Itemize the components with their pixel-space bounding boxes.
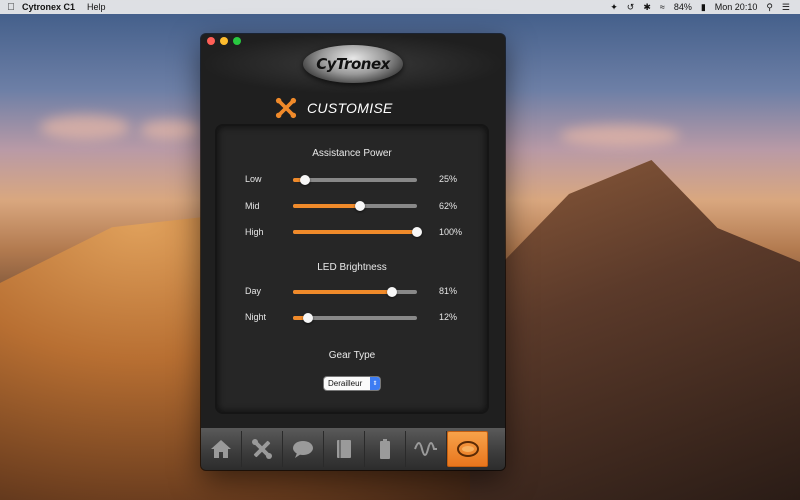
home-icon (211, 440, 231, 458)
led-brightness-title: LED Brightness (317, 262, 387, 273)
assistance-high-slider[interactable] (293, 227, 422, 237)
desktop-cloud (140, 120, 200, 140)
assistance-low-slider[interactable] (293, 175, 417, 185)
slider-fill (293, 290, 393, 294)
search-icon[interactable]: ⚲ (766, 2, 773, 13)
led-night-slider[interactable] (293, 313, 417, 323)
slider-thumb[interactable] (302, 313, 313, 323)
bottom-toolbar (201, 428, 505, 470)
close-button[interactable] (207, 37, 215, 45)
gear-type-select[interactable]: Derailleur ⇕ (324, 377, 380, 390)
apple-icon[interactable]:  (0, 2, 22, 13)
tools-icon (252, 439, 272, 459)
section-header: CUSTOMISE (275, 97, 393, 119)
zoom-button[interactable] (233, 37, 241, 45)
settings-panel: Assistance Power Low 25% Mid 62% High 10… (215, 124, 489, 414)
home-button[interactable] (201, 431, 242, 467)
customise-button[interactable] (242, 431, 283, 467)
chevron-updown-icon: ⇕ (370, 377, 380, 390)
battery-button[interactable] (365, 431, 406, 467)
battery-icon (380, 439, 390, 459)
led-day-label: Day (245, 286, 262, 296)
led-night-value: 12% (439, 312, 458, 322)
assistance-high-value: 100% (439, 227, 463, 237)
messages-button[interactable] (283, 431, 324, 467)
cytronex-logo-icon (456, 441, 479, 457)
wifi-icon[interactable]: ≈ (660, 2, 665, 12)
speech-bubble-icon (293, 441, 313, 458)
page-title: CUSTOMISE (307, 100, 393, 116)
assistance-mid-label: Mid (245, 201, 260, 211)
gear-type-title: Gear Type (328, 350, 376, 361)
desktop-cloud (560, 125, 680, 147)
led-night-label: Night (245, 312, 267, 322)
slider-fill (293, 204, 360, 208)
slider-thumb[interactable] (412, 227, 422, 237)
gear-type-value: Derailleur (328, 379, 363, 388)
slider-fill (293, 230, 417, 234)
tools-icon (275, 97, 297, 119)
assistance-mid-value: 62% (439, 201, 458, 211)
book-icon (337, 440, 351, 458)
diagnostics-button[interactable] (406, 431, 447, 467)
assistance-low-label: Low (245, 174, 262, 184)
manual-button[interactable] (324, 431, 365, 467)
logo-text: CyTronex (316, 55, 390, 73)
minimize-button[interactable] (220, 37, 228, 45)
bluetooth-icon[interactable]: ✱ (643, 2, 651, 13)
clock[interactable]: Mon 20:10 (715, 2, 758, 12)
desktop-dune (470, 160, 800, 500)
slider-thumb[interactable] (300, 175, 311, 185)
menu-app-name[interactable]: Cytronex C1 (22, 2, 75, 12)
desktop-cloud (40, 115, 130, 140)
control-center-icon[interactable]: ☰ (782, 2, 790, 13)
led-day-value: 81% (439, 286, 458, 296)
assistance-high-label: High (245, 227, 264, 237)
assistance-mid-slider[interactable] (293, 201, 417, 211)
waveform-icon (414, 442, 437, 456)
title-bar (201, 34, 505, 48)
menu-bar:  Cytronex C1 Help ✦ ↺ ✱ ≈ 84% ▮ Mon 20:… (0, 0, 800, 14)
led-day-slider[interactable] (293, 287, 417, 297)
assistance-power-title: Assistance Power (312, 148, 392, 159)
app-window: CyTronex CUSTOMISE Assistance Power Low … (201, 34, 505, 470)
time-machine-icon[interactable]: ↺ (627, 2, 635, 13)
cytronex-logo: CyTronex (303, 45, 403, 83)
about-button[interactable] (447, 431, 488, 467)
assistance-low-value: 25% (439, 174, 458, 184)
battery-percent: 84% (673, 2, 692, 12)
slider-thumb[interactable] (354, 201, 365, 211)
battery-icon[interactable]: ▮ (701, 2, 706, 13)
slider-thumb[interactable] (387, 287, 398, 297)
menu-help[interactable]: Help (87, 2, 106, 12)
dropbox-icon[interactable]: ✦ (610, 2, 618, 13)
